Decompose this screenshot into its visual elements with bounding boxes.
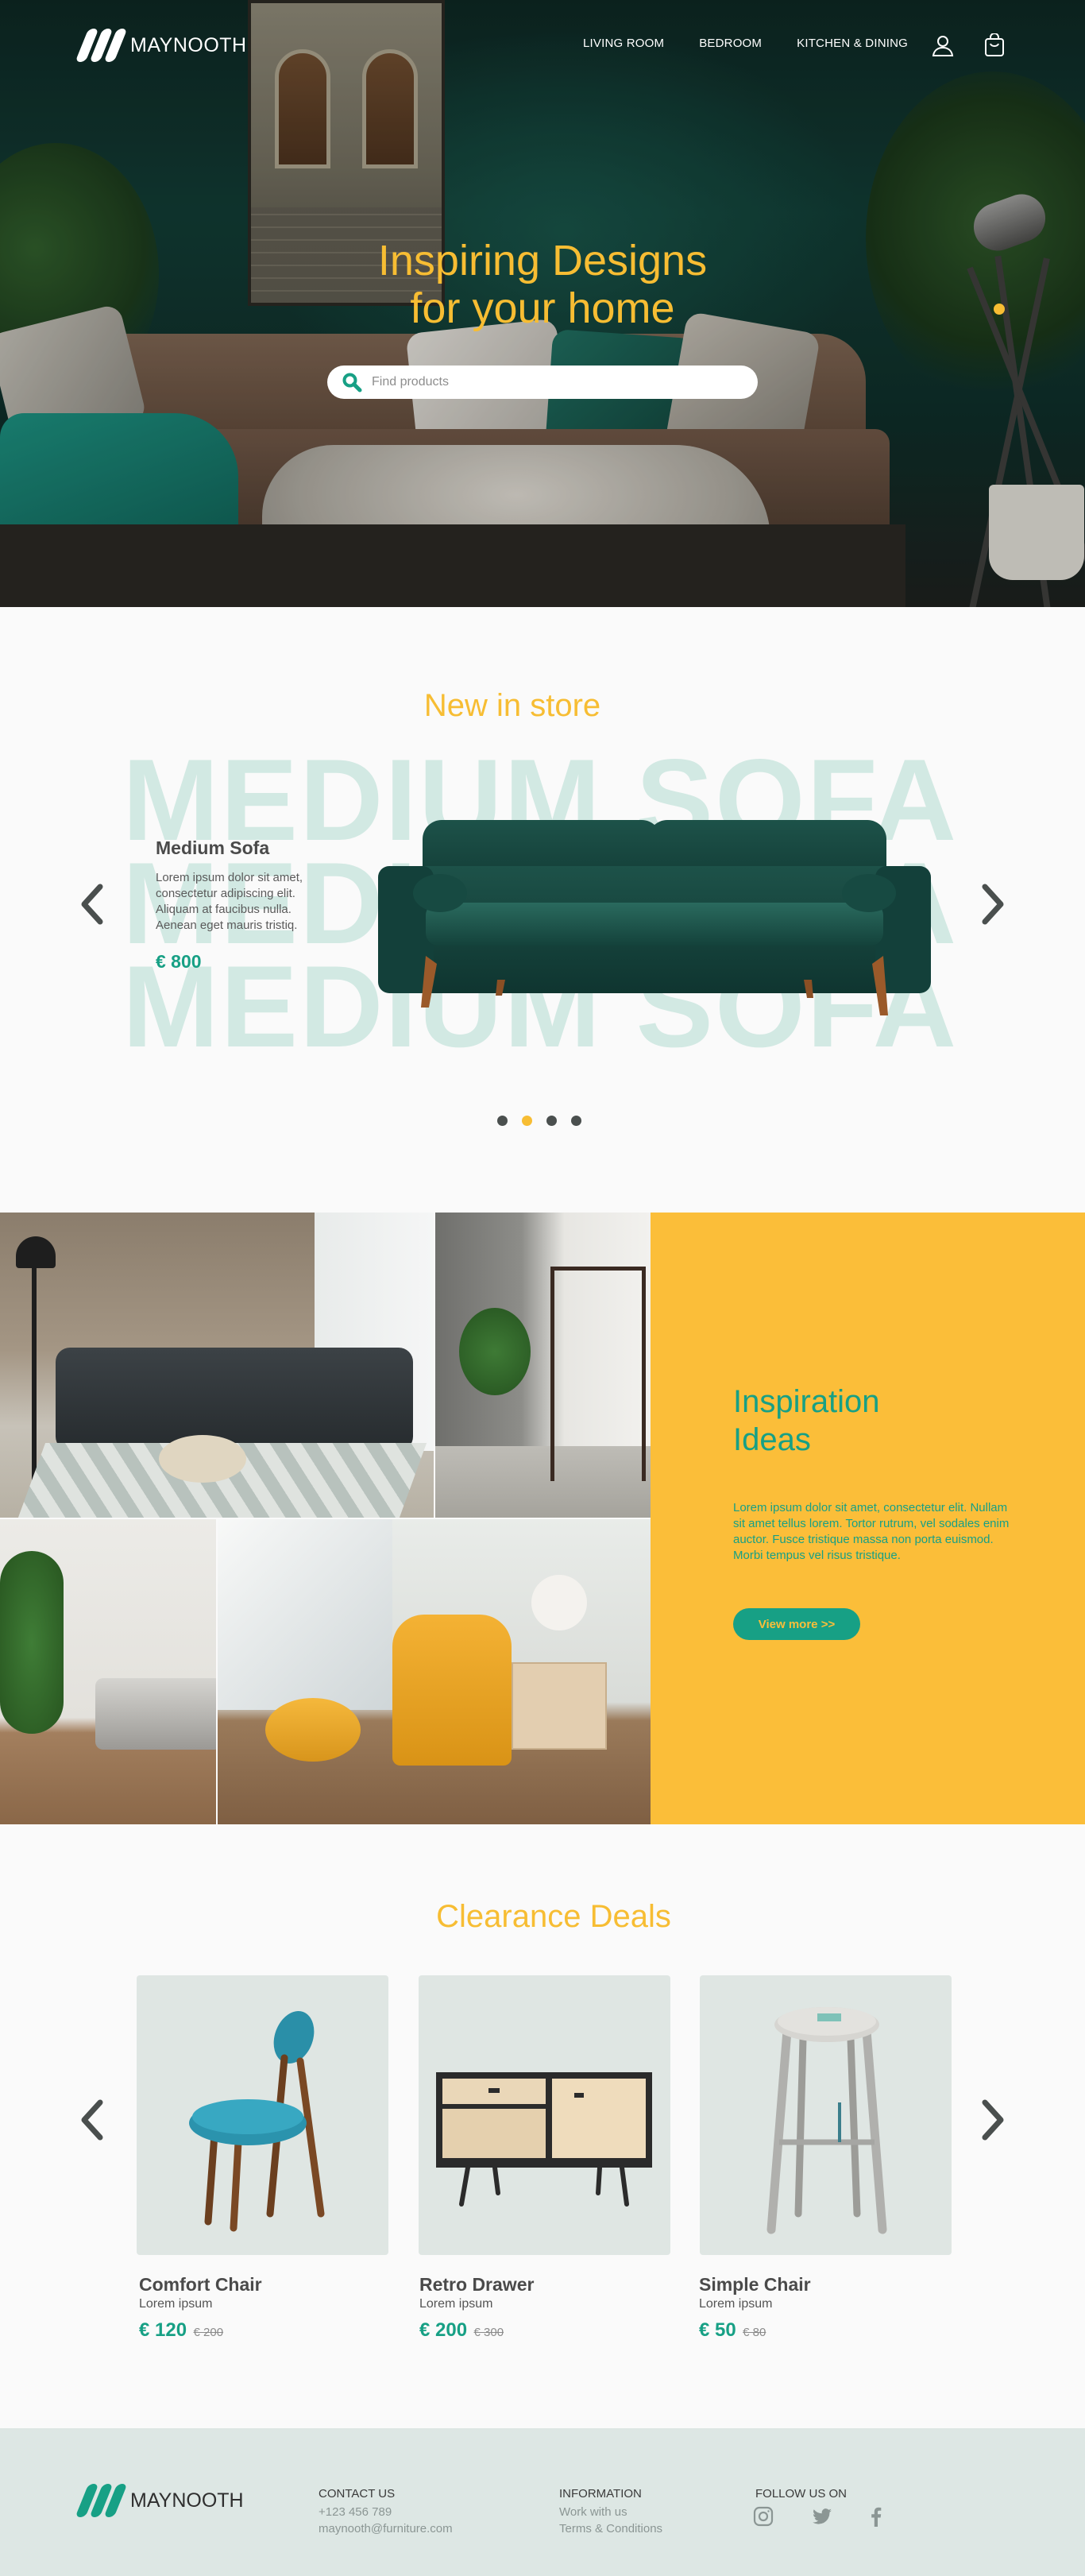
footer-info-title: INFORMATION xyxy=(559,2487,642,2501)
footer-contact: CONTACT US +123 456 789 maynooth@furnitu… xyxy=(319,2487,453,2537)
footer-link-terms[interactable]: Terms & Conditions xyxy=(559,2520,662,2537)
product-price: € 50 xyxy=(699,2319,736,2341)
carousel-prev-arrow[interactable] xyxy=(76,880,108,928)
product-old-price: € 300 xyxy=(473,2326,504,2339)
product-subtitle: Lorem ipsum xyxy=(139,2297,213,2311)
footer-contact-title: CONTACT US xyxy=(319,2487,396,2501)
site-footer: MAYNOOTH CONTACT US +123 456 789 maynoot… xyxy=(0,2428,1085,2576)
chevron-right-icon xyxy=(982,884,1004,925)
footer-brand-name: MAYNOOTH xyxy=(130,2489,244,2512)
logo-mark-icon xyxy=(75,29,128,62)
brand-name: MAYNOOTH xyxy=(130,33,247,56)
featured-product-price: € 800 xyxy=(156,951,202,972)
search-icon xyxy=(342,373,362,393)
simple-chair-image xyxy=(766,2007,887,2234)
carousel-dot[interactable] xyxy=(497,1116,508,1126)
nav-bedroom[interactable]: BEDROOM xyxy=(699,37,762,50)
brand-logo[interactable]: MAYNOOTH xyxy=(75,29,247,62)
product-price: € 120 xyxy=(139,2319,187,2341)
product-old-price: € 200 xyxy=(193,2326,224,2339)
featured-product-name: Medium Sofa xyxy=(156,837,270,858)
inspiration-text: Lorem ipsum dolor sit amet, consectetur … xyxy=(733,1501,1010,1562)
search-bar[interactable] xyxy=(327,366,758,399)
carousel-dots xyxy=(497,1116,581,1126)
footer-logo[interactable]: MAYNOOTH xyxy=(75,2484,244,2517)
product-name[interactable]: Retro Drawer xyxy=(419,2274,671,2296)
chevron-left-icon xyxy=(81,884,103,925)
hero-title: Inspiring Designs for your home xyxy=(377,237,708,332)
clearance-title: Clearance Deals xyxy=(436,1899,671,1934)
deals-prev-arrow[interactable] xyxy=(76,2096,108,2144)
photo-living-room xyxy=(0,1213,434,1518)
carousel-dot-active[interactable] xyxy=(522,1116,532,1126)
photo-yellow-armchair xyxy=(218,1519,651,1824)
deals-next-arrow[interactable] xyxy=(977,2096,1009,2144)
photo-plant-corner xyxy=(0,1519,216,1824)
nav-living-room[interactable]: LIVING ROOM xyxy=(583,37,664,50)
footer-information: INFORMATION Work with us Terms & Conditi… xyxy=(559,2487,662,2537)
view-more-button[interactable]: View more >> xyxy=(733,1608,860,1640)
featured-product-description: Lorem ipsum dolor sit amet, consectetur … xyxy=(156,871,303,932)
product-name[interactable]: Simple Chair xyxy=(699,2274,951,2296)
product-subtitle: Lorem ipsum xyxy=(699,2297,773,2311)
search-input[interactable] xyxy=(372,375,737,389)
product-info: Simple Chair Lorem ipsum € 50 € 80 xyxy=(699,2274,951,2342)
user-icon[interactable] xyxy=(931,33,955,57)
footer-link-work-with-us[interactable]: Work with us xyxy=(559,2504,662,2520)
nav-kitchen-dining[interactable]: KITCHEN & DINING xyxy=(797,37,908,50)
carousel-dot[interactable] xyxy=(546,1116,557,1126)
product-old-price: € 80 xyxy=(743,2326,766,2339)
featured-sofa-image[interactable] xyxy=(378,817,931,1025)
product-info: Comfort Chair Lorem ipsum € 120 € 200 xyxy=(139,2274,391,2342)
product-price: € 200 xyxy=(419,2319,468,2341)
product-name[interactable]: Comfort Chair xyxy=(139,2274,391,2296)
product-card[interactable] xyxy=(137,1975,388,2255)
retro-drawer-image xyxy=(436,2072,652,2207)
carousel-dot[interactable] xyxy=(571,1116,581,1126)
main-nav: LIVING ROOM BEDROOM KITCHEN & DINING xyxy=(583,37,908,50)
facebook-icon[interactable] xyxy=(865,2505,887,2528)
logo-mark-icon xyxy=(75,2484,128,2517)
carousel-next-arrow[interactable] xyxy=(977,880,1009,928)
inspiration-panel: Inspiration Ideas Lorem ipsum dolor sit … xyxy=(651,1213,1085,1824)
hero-indicator-dot xyxy=(994,304,1005,315)
instagram-icon[interactable] xyxy=(752,2505,774,2528)
footer-phone[interactable]: +123 456 789 xyxy=(319,2504,453,2520)
comfort-chair-image xyxy=(189,2011,325,2232)
product-card[interactable] xyxy=(700,1975,952,2255)
footer-email[interactable]: maynooth@furniture.com xyxy=(319,2520,453,2537)
featured-product-info: Medium Sofa Lorem ipsum dolor sit amet, … xyxy=(156,837,330,973)
new-in-store-title: New in store xyxy=(423,688,601,723)
product-info: Retro Drawer Lorem ipsum € 200 € 300 xyxy=(419,2274,671,2342)
footer-follow: FOLLOW US ON xyxy=(755,2487,847,2504)
hero-section: MAYNOOTH LIVING ROOM BEDROOM KITCHEN & D… xyxy=(0,0,1085,607)
chevron-right-icon xyxy=(982,2099,1004,2141)
inspiration-title: Inspiration Ideas xyxy=(733,1384,880,1457)
photo-clothes-rack xyxy=(435,1213,651,1518)
product-card[interactable] xyxy=(419,1975,670,2255)
product-subtitle: Lorem ipsum xyxy=(419,2297,493,2311)
shopping-bag-icon[interactable] xyxy=(983,33,1006,57)
chevron-left-icon xyxy=(81,2099,103,2141)
footer-follow-title: FOLLOW US ON xyxy=(755,2487,848,2501)
site-header: MAYNOOTH LIVING ROOM BEDROOM KITCHEN & D… xyxy=(0,0,1085,92)
twitter-icon[interactable] xyxy=(811,2505,833,2528)
